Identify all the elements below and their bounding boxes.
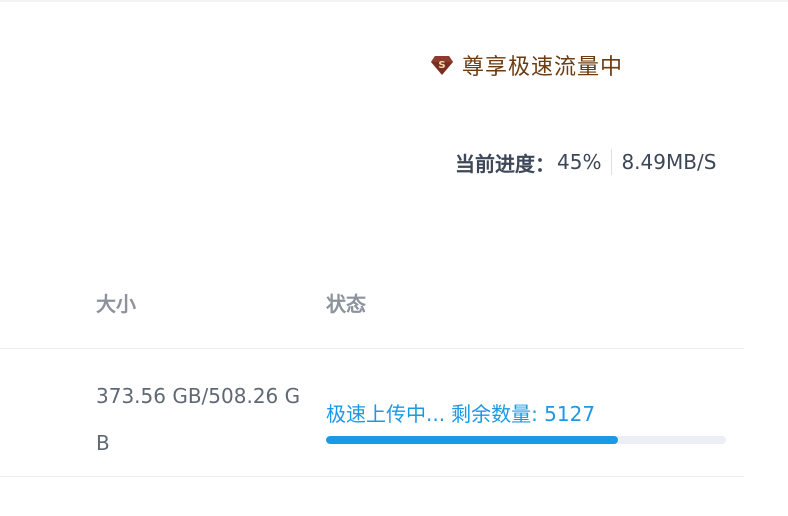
table-header-divider xyxy=(0,348,744,349)
column-header-size: 大小 xyxy=(96,292,136,316)
top-divider-strip xyxy=(0,0,788,2)
upload-progress-fill xyxy=(326,436,618,444)
column-header-status: 状态 xyxy=(326,292,366,316)
upload-status-text: 极速上传中... xyxy=(326,402,446,426)
progress-label: 当前进度： xyxy=(455,151,555,176)
row-status-cell: 极速上传中... 剩余数量: 5127 xyxy=(326,398,595,427)
table-row-divider xyxy=(0,476,744,477)
remaining-count-text: 剩余数量: 5127 xyxy=(451,402,596,426)
current-progress: 当前进度： 45% 8.49MB/S xyxy=(455,147,716,177)
transfer-speed: 8.49MB/S xyxy=(621,150,717,174)
progress-divider xyxy=(611,149,613,175)
vip-speed-badge: S 尊享极速流量中 xyxy=(430,51,624,80)
upload-progress-bar xyxy=(326,436,726,444)
svg-text:S: S xyxy=(438,60,445,71)
row-size-cell: 373.56 GB/508.26 GB xyxy=(96,384,301,455)
progress-percent: 45% xyxy=(557,150,602,174)
vip-status-label: 尊享极速流量中 xyxy=(462,55,624,80)
gem-icon: S xyxy=(430,54,454,76)
